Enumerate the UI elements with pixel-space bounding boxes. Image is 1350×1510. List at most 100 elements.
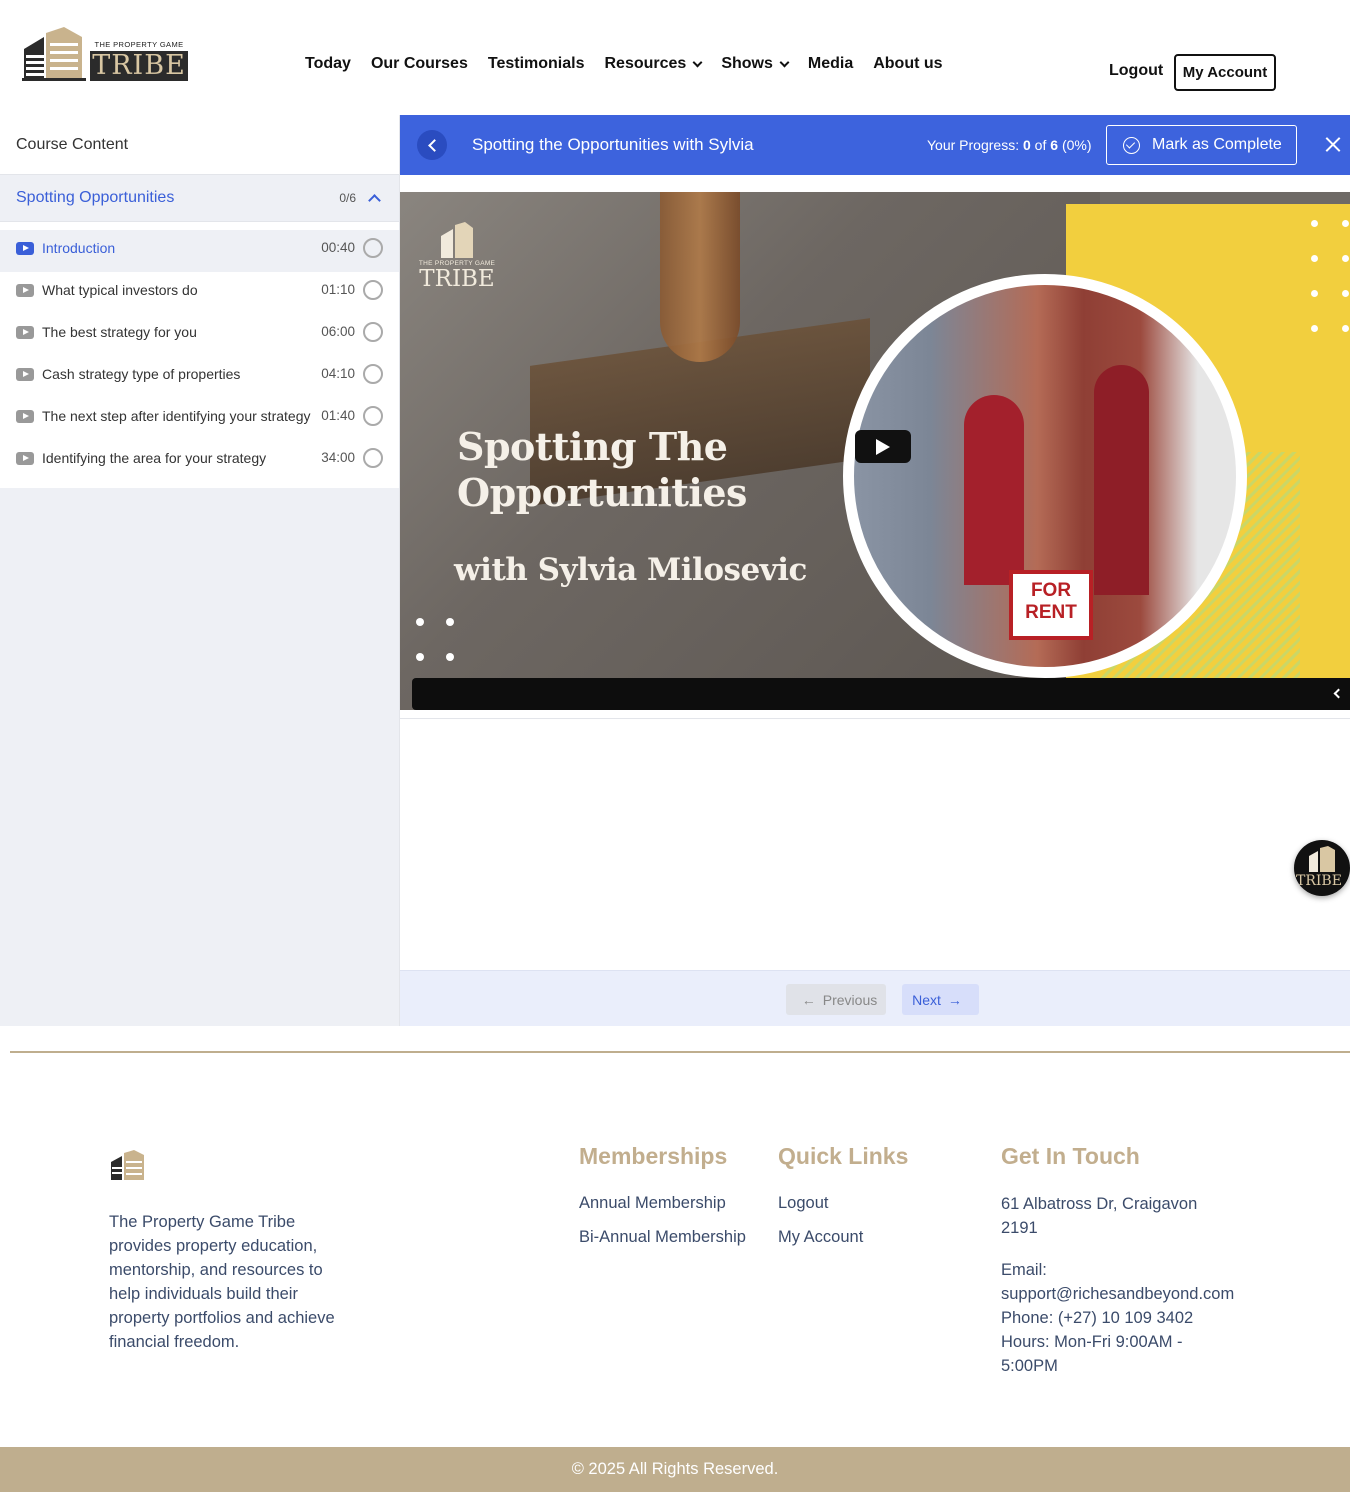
logo-title: TRIBE bbox=[90, 51, 188, 81]
play-button-icon[interactable] bbox=[855, 430, 911, 463]
lesson-title: The best strategy for you bbox=[42, 324, 197, 340]
lesson-item[interactable]: What typical investors do 01:10 bbox=[0, 272, 399, 314]
nav-testimonials[interactable]: Testimonials bbox=[488, 52, 585, 76]
floating-logo-text: TRIBE bbox=[1296, 873, 1342, 889]
nav-label: Resources bbox=[604, 55, 687, 72]
previous-button[interactable]: ← Previous bbox=[786, 984, 886, 1015]
close-icon[interactable] bbox=[1323, 135, 1343, 155]
chevron-left-icon bbox=[427, 138, 441, 152]
decor-dot bbox=[1342, 255, 1349, 262]
lesson-duration: 01:40 bbox=[321, 408, 355, 423]
floating-chat-logo[interactable]: TRIBE bbox=[1294, 840, 1350, 896]
nav-our-courses[interactable]: Our Courses bbox=[371, 52, 468, 76]
lesson-item[interactable]: The next step after identifying your str… bbox=[0, 398, 399, 440]
video-player[interactable]: FOR RENT THE PROPERTY GAME TRIBE Spottin… bbox=[400, 192, 1350, 710]
lesson-title: Introduction bbox=[42, 240, 116, 256]
copyright-bar: © 2025 All Rights Reserved. bbox=[0, 1447, 1350, 1492]
logo-wordmark: THE PROPERTY GAME TRIBE bbox=[90, 40, 188, 81]
site-header: THE PROPERTY GAME TRIBE Today Our Course… bbox=[0, 0, 1350, 115]
video-controls-bar[interactable] bbox=[412, 678, 1350, 710]
decor-dot bbox=[1311, 255, 1318, 262]
mark-complete-label: Mark as Complete bbox=[1152, 136, 1282, 153]
lesson-complete-circle-icon[interactable] bbox=[363, 322, 383, 342]
lesson-complete-circle-icon[interactable] bbox=[363, 238, 383, 258]
lesson-complete-circle-icon[interactable] bbox=[363, 280, 383, 300]
arrow-right-icon: → bbox=[947, 991, 962, 1008]
building-logo-icon bbox=[1309, 846, 1335, 872]
decor-dot bbox=[446, 653, 454, 661]
footer-email[interactable]: support@richesandbeyond.com bbox=[1001, 1282, 1234, 1306]
lesson-title: The next step after identifying your str… bbox=[42, 408, 311, 424]
door-image bbox=[1094, 365, 1149, 595]
lesson-duration: 01:10 bbox=[321, 282, 355, 297]
lesson-duration: 00:40 bbox=[321, 240, 355, 255]
footer-description: The Property Game Tribe provides propert… bbox=[109, 1213, 335, 1351]
footer-email-label: Email: bbox=[1001, 1261, 1047, 1279]
lesson-complete-circle-icon[interactable] bbox=[363, 364, 383, 384]
video-title-line: Opportunities bbox=[457, 470, 747, 515]
footer-address: 61 Albatross Dr, Craigavon 2191 bbox=[1001, 1195, 1198, 1237]
lesson-item[interactable]: Identifying the area for your strategy 3… bbox=[0, 440, 399, 482]
decor-dot bbox=[1342, 220, 1349, 227]
progress-of: of bbox=[1034, 137, 1047, 153]
lesson-pager: ← Previous Next → bbox=[400, 970, 1350, 1026]
sign-line: FOR bbox=[1030, 580, 1072, 601]
lesson-complete-circle-icon[interactable] bbox=[363, 406, 383, 426]
footer-logout-link[interactable]: Logout bbox=[778, 1194, 828, 1213]
topic-header[interactable]: Spotting Opportunities 0/6 bbox=[0, 175, 399, 222]
lesson-list: Introduction 00:40 What typical investor… bbox=[0, 222, 399, 488]
decor-dot bbox=[1311, 325, 1318, 332]
lesson-title: What typical investors do bbox=[42, 282, 198, 298]
lesson-title: Cash strategy type of properties bbox=[42, 366, 241, 382]
building-logo-icon bbox=[441, 222, 473, 258]
house-photo: FOR RENT bbox=[843, 274, 1247, 678]
nav-label: Our Courses bbox=[370, 55, 468, 72]
video-play-icon bbox=[16, 326, 34, 339]
video-title: Spotting The Opportunities bbox=[457, 424, 747, 516]
footer-building-logo-icon bbox=[111, 1150, 144, 1180]
nav-today[interactable]: Today bbox=[305, 52, 351, 76]
nav-label: Today bbox=[305, 55, 351, 72]
chevron-down-icon bbox=[692, 57, 703, 67]
my-account-button[interactable]: My Account bbox=[1174, 54, 1276, 91]
decor-dot bbox=[416, 653, 424, 661]
back-button[interactable] bbox=[417, 130, 447, 160]
sign-line: RENT bbox=[1025, 602, 1077, 623]
lesson-complete-circle-icon[interactable] bbox=[363, 448, 383, 468]
footer-hours: Hours: Mon-Fri 9:00AM - 5:00PM bbox=[1001, 1333, 1183, 1375]
chevron-left-icon[interactable] bbox=[1333, 688, 1344, 699]
logout-link[interactable]: Logout bbox=[1109, 62, 1163, 80]
site-logo[interactable]: THE PROPERTY GAME TRIBE bbox=[22, 26, 190, 82]
divider bbox=[400, 718, 1350, 719]
copyright-text: © 2025 All Rights Reserved. bbox=[571, 1460, 779, 1478]
lesson-duration: 34:00 bbox=[321, 450, 355, 465]
nav-label: Shows bbox=[721, 55, 773, 72]
decor-dot bbox=[1311, 220, 1318, 227]
video-logo-title: TRIBE bbox=[419, 266, 495, 292]
lesson-title: Identifying the area for your strategy bbox=[42, 450, 267, 466]
lesson-item[interactable]: Cash strategy type of properties 04:10 bbox=[0, 356, 399, 398]
nav-shows[interactable]: Shows bbox=[721, 52, 790, 76]
next-button[interactable]: Next → bbox=[902, 984, 979, 1015]
nav-resources[interactable]: Resources bbox=[604, 52, 703, 76]
annual-membership-link[interactable]: Annual Membership bbox=[579, 1194, 726, 1213]
quick-links-heading: Quick Links bbox=[778, 1143, 909, 1169]
lesson-item[interactable]: Introduction 00:40 bbox=[0, 230, 399, 272]
nav-label: Media bbox=[807, 55, 854, 72]
lesson-item[interactable]: The best strategy for you 06:00 bbox=[0, 314, 399, 356]
nav-media[interactable]: Media bbox=[808, 52, 853, 76]
previous-label: Previous bbox=[822, 991, 878, 1008]
footer-my-account-link[interactable]: My Account bbox=[778, 1228, 863, 1247]
video-play-icon bbox=[16, 242, 34, 255]
bi-annual-membership-link[interactable]: Bi-Annual Membership bbox=[579, 1228, 746, 1247]
topic-name: Spotting Opportunities bbox=[16, 189, 175, 206]
lesson-topbar: Spotting the Opportunities with Sylvia Y… bbox=[400, 115, 1350, 175]
video-title-line: Spotting The bbox=[457, 424, 728, 469]
video-play-icon bbox=[16, 284, 34, 297]
decor-dot bbox=[1311, 290, 1318, 297]
nav-about-us[interactable]: About us bbox=[873, 52, 942, 76]
mark-complete-button[interactable]: Mark as Complete bbox=[1106, 125, 1297, 165]
footer-phone: Phone: (+27) 10 109 3402 bbox=[1001, 1309, 1194, 1327]
building-logo-icon bbox=[22, 27, 86, 81]
chevron-up-icon[interactable] bbox=[368, 193, 381, 207]
